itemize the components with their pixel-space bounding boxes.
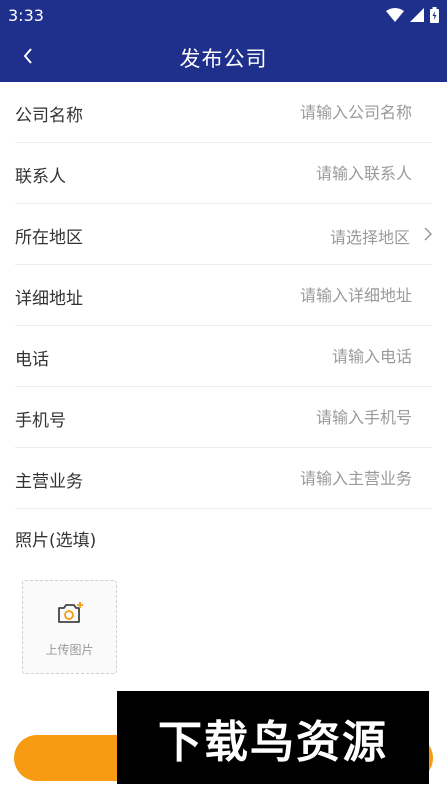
upload-image-label: 上传图片: [45, 643, 94, 657]
mobile-input[interactable]: [212, 401, 412, 433]
photo-label: 照片(选填): [15, 531, 97, 551]
company-name-input[interactable]: [212, 96, 412, 128]
form-row-business: 主营业务: [15, 448, 432, 509]
phone-label: 电话: [15, 350, 49, 370]
address-input[interactable]: [212, 279, 412, 311]
form-row-mobile: 手机号: [15, 387, 432, 448]
form-row-company-name: 公司名称: [15, 82, 432, 143]
region-select-text: 请选择地区: [329, 228, 410, 247]
form-row-contact: 联系人: [15, 143, 432, 204]
battery-icon: [430, 7, 439, 23]
watermark-text: 下载鸟资源: [158, 716, 388, 768]
mobile-label: 手机号: [15, 411, 66, 431]
region-label: 所在地区: [15, 228, 83, 248]
company-name-label: 公司名称: [15, 106, 83, 126]
page-title: 发布公司: [179, 47, 268, 71]
phone-input[interactable]: [212, 340, 412, 372]
chevron-right-icon: [424, 227, 432, 241]
form-row-address: 详细地址: [15, 265, 432, 326]
upload-image-button[interactable]: 上传图片: [22, 580, 117, 674]
address-label: 详细地址: [15, 289, 83, 309]
wifi-icon: [386, 8, 404, 22]
status-time: 3:33: [8, 6, 44, 25]
region-selector[interactable]: 所在地区 请选择地区: [15, 204, 432, 265]
nav-bar: 发布公司: [0, 30, 447, 82]
business-label: 主营业务: [15, 472, 83, 492]
watermark-overlay: 下载鸟资源: [117, 691, 429, 784]
company-form: 公司名称 联系人 所在地区 请选择地区 详细地址 电话 手机号 主营业务: [0, 82, 447, 509]
contact-label: 联系人: [15, 167, 66, 187]
form-row-phone: 电话: [15, 326, 432, 387]
contact-input[interactable]: [212, 157, 412, 189]
business-input[interactable]: [212, 462, 412, 494]
status-bar: 3:33: [0, 0, 447, 30]
signal-icon: [410, 8, 424, 22]
status-icons: [386, 7, 439, 23]
camera-icon: [58, 602, 83, 623]
